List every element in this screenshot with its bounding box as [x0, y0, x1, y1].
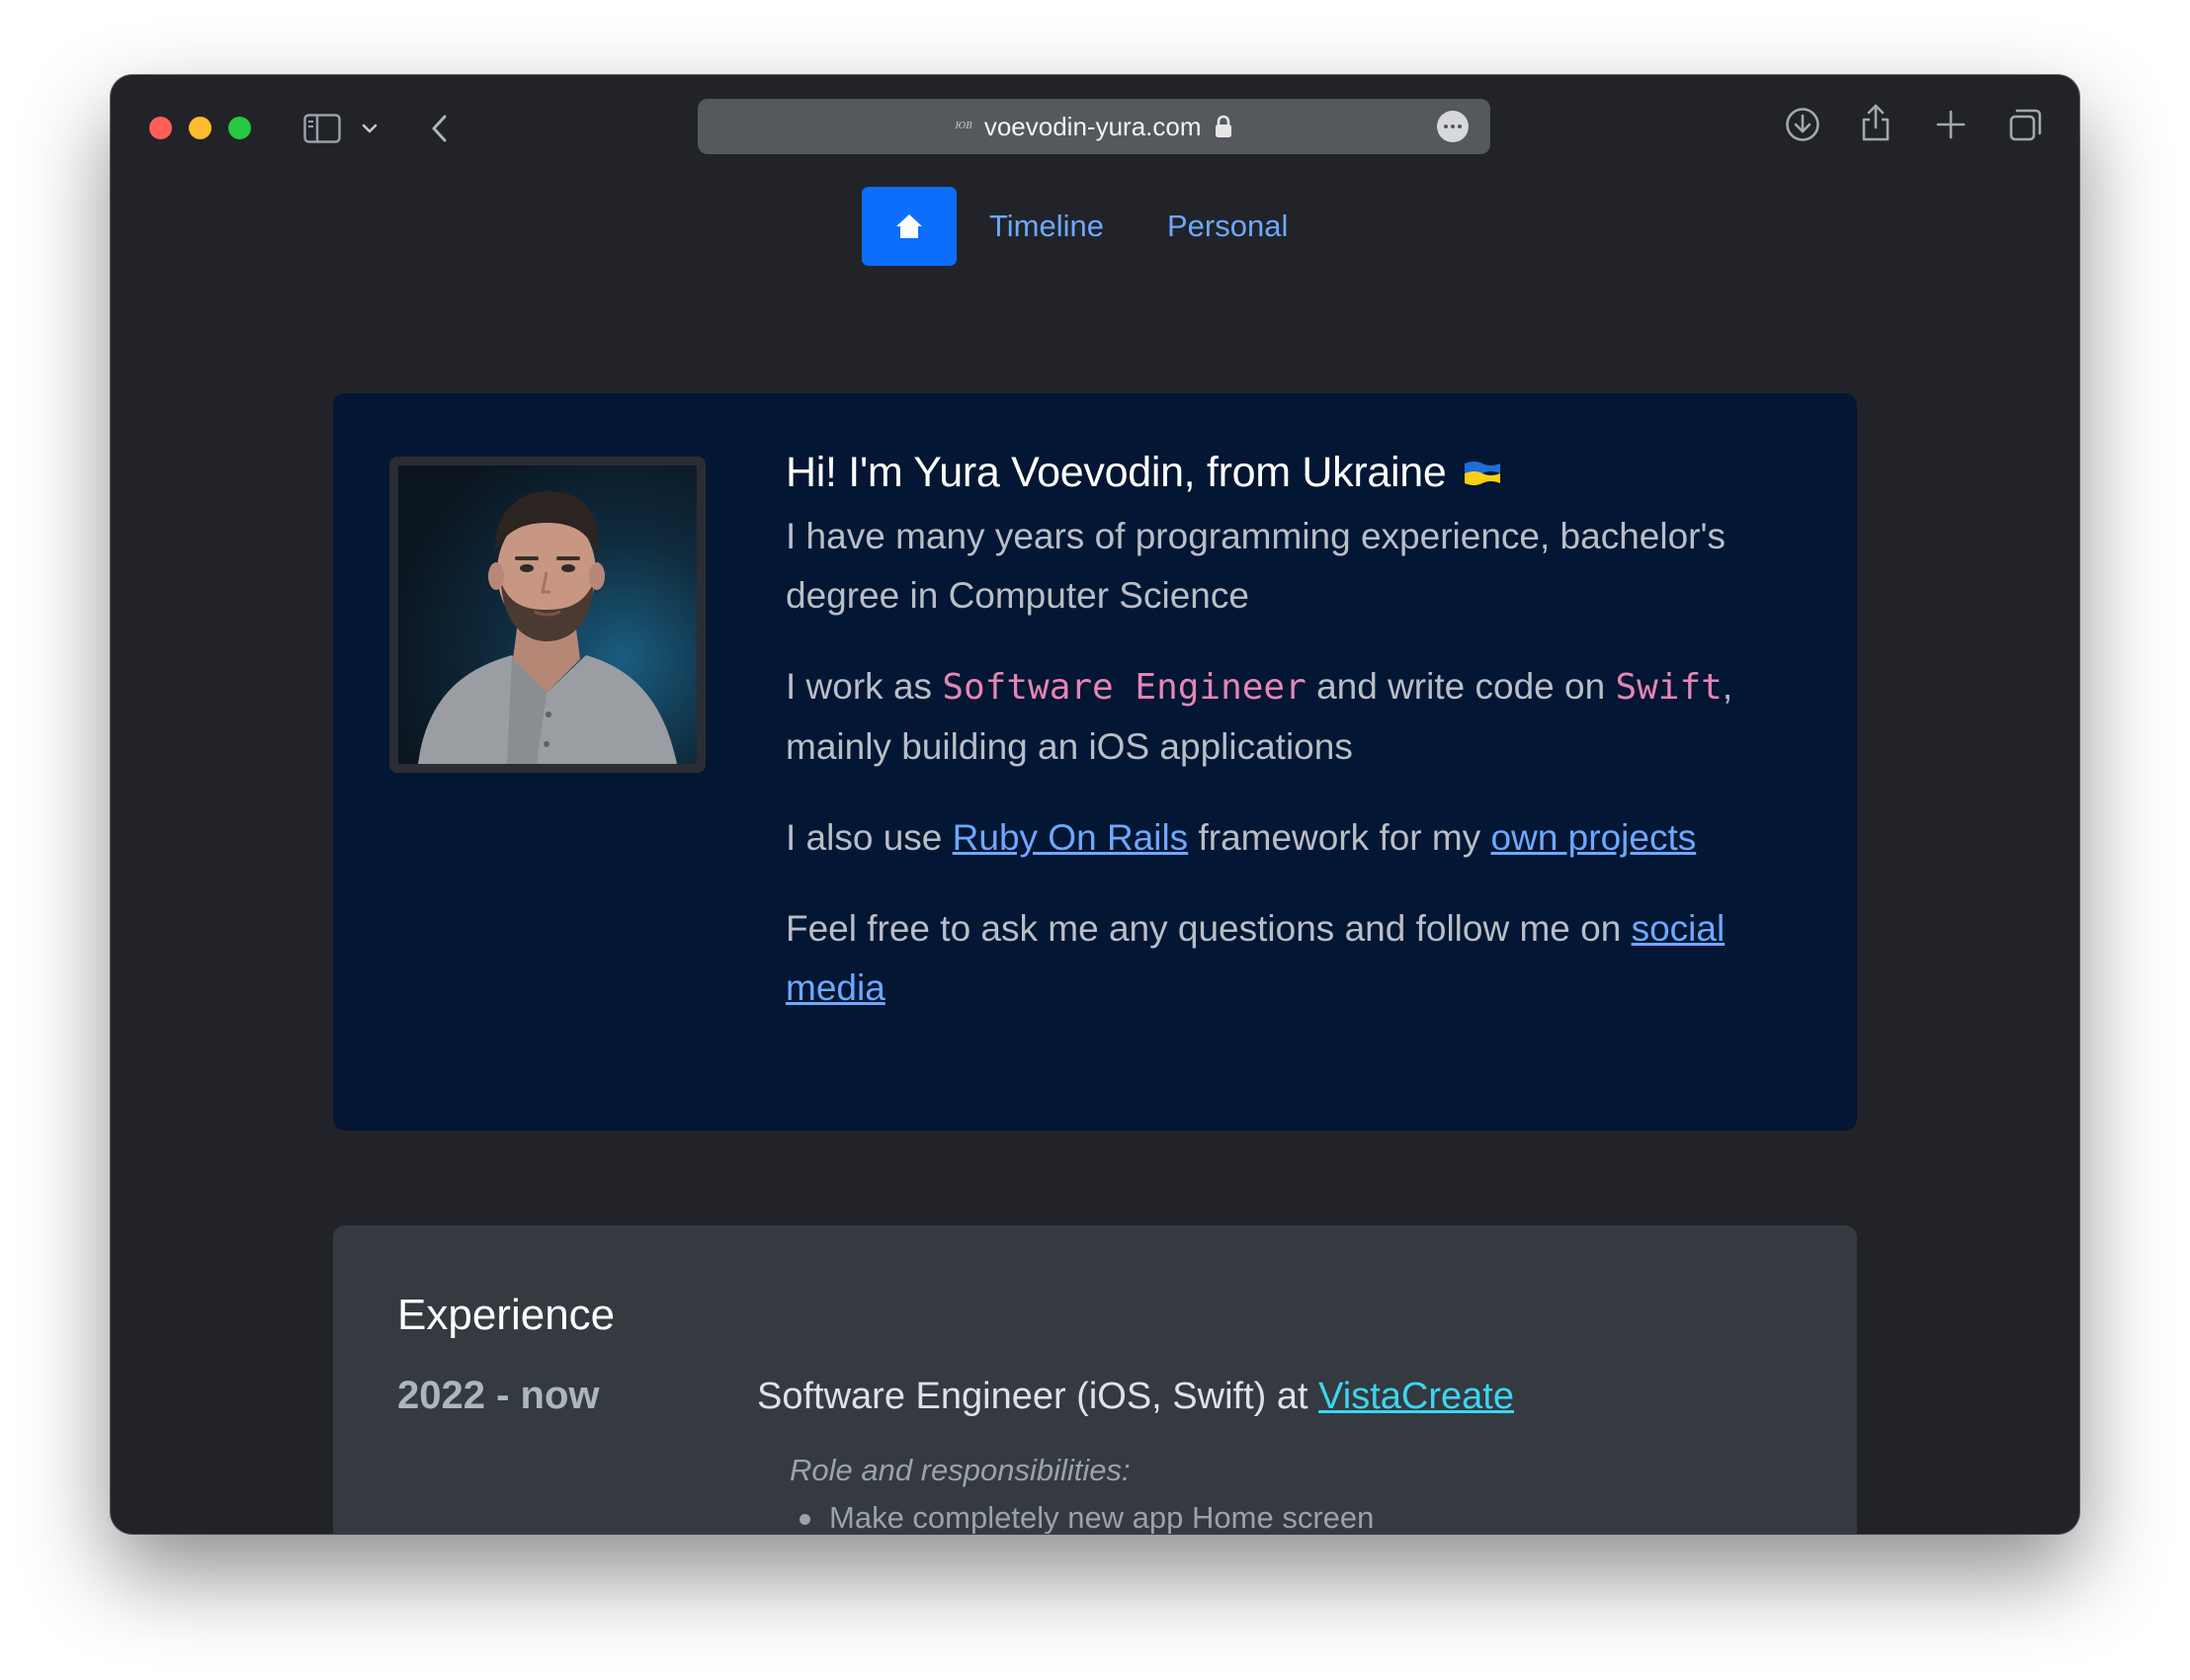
- window-controls: [149, 117, 251, 139]
- chevron-down-icon: [362, 124, 378, 133]
- plus-icon: [1936, 110, 1966, 139]
- close-window-button[interactable]: [149, 117, 172, 139]
- nav-home-button[interactable]: [862, 187, 957, 266]
- sidebar-toggle-button[interactable]: [302, 109, 342, 148]
- sidebar-icon: [303, 114, 341, 143]
- experience-heading: Experience: [397, 1291, 616, 1339]
- portrait-image: [398, 465, 697, 764]
- intro-text-fragment: I work as: [786, 666, 943, 707]
- lock-icon: [1215, 115, 1231, 137]
- tab-group-menu-button[interactable]: [360, 117, 379, 140]
- site-favicon: ЮВ: [955, 122, 972, 131]
- address-bar[interactable]: ЮВ voevodin-yura.com: [698, 99, 1490, 154]
- intro-paragraph-rails: I also use Ruby On Rails framework for m…: [786, 808, 1823, 868]
- url-text: voevodin-yura.com: [983, 111, 1202, 141]
- own-projects-link[interactable]: own projects: [1491, 817, 1697, 858]
- experience-card: Experience 2022 - now Software Engineer …: [333, 1225, 1857, 1534]
- home-icon: [896, 214, 922, 238]
- share-button[interactable]: [1858, 101, 1894, 144]
- intro-paragraph-work: I work as Software Engineer and write co…: [786, 657, 1823, 777]
- nav-link-personal[interactable]: Personal: [1167, 209, 1288, 244]
- site-nav: Timeline Personal: [862, 187, 1288, 266]
- more-dot-icon: [1444, 125, 1448, 128]
- ukraine-flag-icon: [1464, 461, 1500, 485]
- intro-text-fragment: Feel free to ask me any questions and fo…: [786, 908, 1632, 949]
- intro-text-fragment: and write code on: [1306, 666, 1616, 707]
- tab-overview-button[interactable]: [2006, 105, 2046, 144]
- downloads-button[interactable]: [1783, 105, 1822, 144]
- code-software-engineer: Software Engineer: [942, 667, 1306, 708]
- profile-photo: [389, 457, 706, 773]
- intro-heading: Hi! I'm Yura Voevodin, from Ukraine: [786, 449, 1823, 497]
- intro-paragraph-experience: I have many years of programming experie…: [786, 516, 1727, 616]
- intro-text: Hi! I'm Yura Voevodin, from Ukraine I ha…: [786, 449, 1823, 1050]
- list-item: Make completely new app Home screen: [790, 1500, 1374, 1534]
- share-icon: [1862, 104, 1890, 141]
- experience-years: 2022 - now: [397, 1374, 600, 1417]
- tabs-overview-icon: [2009, 109, 2042, 141]
- intro-text-fragment: framework for my: [1188, 817, 1491, 858]
- intro-card: Hi! I'm Yura Voevodin, from Ukraine I ha…: [333, 393, 1857, 1131]
- ruby-on-rails-link[interactable]: Ruby On Rails: [953, 817, 1189, 858]
- experience-role-text: Software Engineer (iOS, Swift) at: [757, 1376, 1319, 1417]
- back-button[interactable]: [425, 109, 455, 148]
- intro-heading-text: Hi! I'm Yura Voevodin, from Ukraine: [786, 449, 1447, 496]
- page-menu-button[interactable]: [1437, 111, 1469, 142]
- minimize-window-button[interactable]: [189, 117, 211, 139]
- company-link[interactable]: VistaCreate: [1318, 1376, 1514, 1417]
- intro-paragraph-social: Feel free to ask me any questions and fo…: [786, 899, 1823, 1018]
- new-tab-button[interactable]: [1933, 107, 1969, 142]
- intro-text-fragment: I also use: [786, 817, 953, 858]
- code-swift: Swift: [1615, 667, 1723, 708]
- browser-window: ЮВ voevodin-yura.com Timeline Personal H…: [111, 75, 2079, 1534]
- more-dot-icon: [1458, 125, 1462, 128]
- experience-subtitle: Role and responsibilities:: [790, 1453, 1131, 1487]
- nav-link-timeline[interactable]: Timeline: [989, 209, 1104, 244]
- chevron-left-icon: [432, 115, 447, 142]
- experience-role: Software Engineer (iOS, Swift) at VistaC…: [757, 1376, 1514, 1418]
- zoom-window-button[interactable]: [228, 117, 251, 139]
- responsibilities-list: Make completely new app Home screen: [790, 1500, 1374, 1534]
- more-dot-icon: [1451, 125, 1455, 128]
- download-icon: [1786, 108, 1819, 141]
